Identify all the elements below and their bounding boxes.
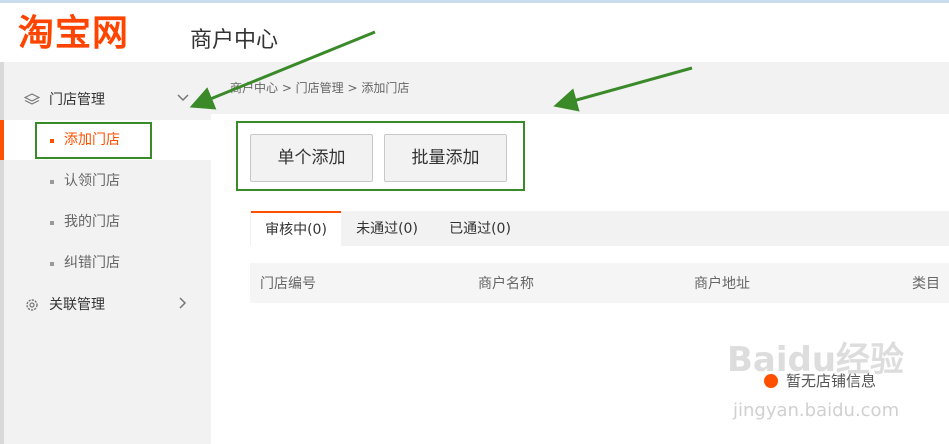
column-category: 类目	[912, 276, 940, 292]
bullet-icon	[50, 221, 54, 225]
highlight-box-add-store	[35, 122, 152, 159]
sidebar-group-label: 门店管理	[49, 92, 105, 108]
bullet-icon	[50, 262, 54, 266]
bullet-icon	[50, 180, 54, 184]
sidebar-item-my-stores[interactable]: 我的门店	[4, 202, 211, 242]
active-indicator	[0, 120, 4, 160]
column-merchant-address: 商户地址	[694, 276, 750, 292]
chevron-right-icon	[179, 297, 187, 309]
taobao-logo[interactable]: 淘宝网	[18, 14, 129, 54]
top-bar: 淘宝网 商户中心	[0, 0, 949, 62]
breadcrumb: 商户中心 > 门店管理 > 添加门店	[230, 81, 410, 95]
sidebar-item-label: 纠错门店	[64, 255, 120, 271]
chevron-down-icon	[177, 94, 189, 102]
highlight-box-add-buttons	[236, 121, 525, 191]
sidebar-item-correct-store[interactable]: 纠错门店	[4, 243, 211, 283]
column-store-id: 门店编号	[260, 276, 316, 292]
gear-icon	[26, 299, 38, 311]
sidebar-item-label: 认领门店	[64, 173, 120, 189]
table-header	[250, 263, 949, 303]
baidu-watermark-url: jingyan.baidu.com	[733, 400, 900, 421]
baidu-watermark-logo: Baidu经验	[727, 340, 905, 380]
layers-icon	[24, 93, 40, 105]
page-title: 商户中心	[190, 28, 279, 53]
tab-rejected[interactable]: 未通过(0)	[347, 211, 427, 246]
sidebar-item-claim-store[interactable]: 认领门店	[4, 161, 211, 201]
tab-approved[interactable]: 已通过(0)	[440, 211, 520, 246]
sidebar-item-label: 我的门店	[64, 214, 120, 230]
browser-strip	[0, 0, 949, 3]
tab-under-review[interactable]: 审核中(0)	[251, 211, 341, 246]
sidebar-group-label: 关联管理	[49, 297, 105, 313]
sidebar-group-association-management[interactable]: 关联管理	[4, 285, 211, 325]
sidebar-group-store-management[interactable]: 门店管理	[4, 80, 211, 120]
column-merchant-name: 商户名称	[478, 276, 534, 292]
